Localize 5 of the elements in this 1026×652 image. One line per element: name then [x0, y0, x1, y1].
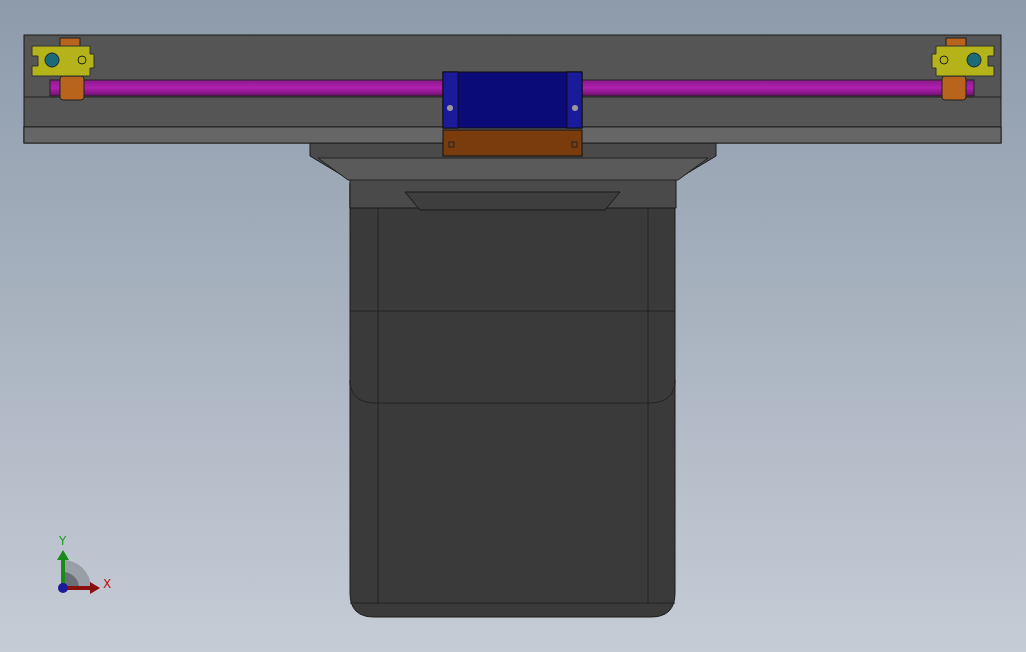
x-axis-label: X	[103, 577, 112, 591]
clamp-drawing	[931, 37, 995, 101]
clamp-drawing	[31, 37, 95, 101]
axis-triad-drawing	[57, 550, 100, 594]
y-axis-label: Y	[59, 534, 67, 548]
